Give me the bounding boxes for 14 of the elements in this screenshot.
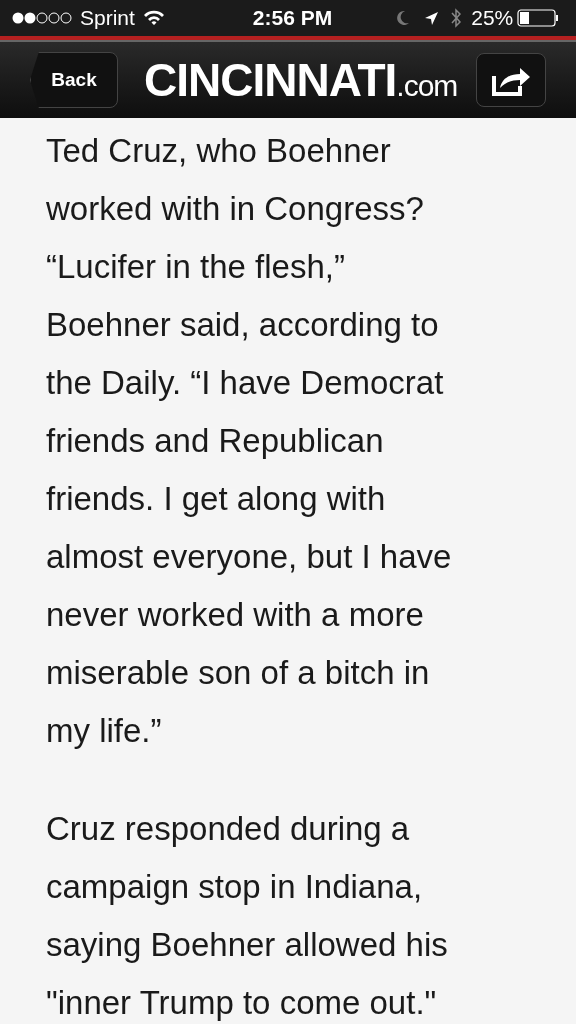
back-button[interactable]: Back — [30, 52, 118, 108]
bluetooth-icon — [451, 8, 462, 28]
moon-icon — [396, 10, 411, 26]
battery-percent: 25% — [471, 5, 514, 32]
signal-icon — [12, 11, 74, 25]
article-paragraph: Ted Cruz, who Boehner worked with in Congress? “Lucifer in the flesh,” Boehner said, according to the Daily. “I have Democrat friends and Republican friends. I get along with almost everyone, but I have never worked with a more miserable son of a bitch in my life.” — [46, 131, 453, 751]
carrier-name: Sprint — [80, 5, 135, 32]
share-button[interactable] — [476, 53, 546, 107]
battery-icon — [517, 9, 560, 27]
site-logo: CINCINNATI.com — [144, 57, 458, 103]
article-paragraph: Cruz responded during a campaign stop in Indiana, saying Boehner allowed his "inner Trump to come out." — [46, 809, 449, 1023]
location-icon — [424, 10, 440, 26]
clock-time: 2:56 PM — [252, 5, 333, 32]
wifi-icon — [142, 10, 165, 26]
